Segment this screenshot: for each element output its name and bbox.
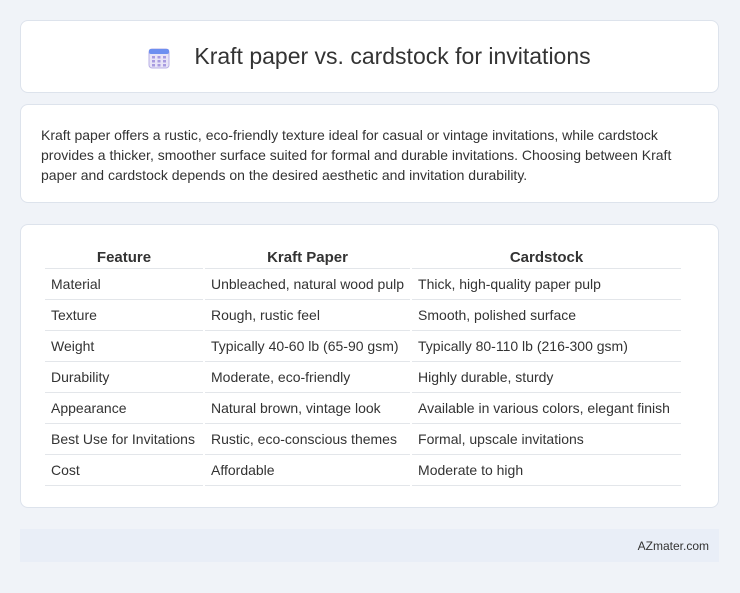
table-cell: Typically 40-60 lb (65-90 gsm) <box>205 331 411 362</box>
table-row: Appearance Natural brown, vintage look A… <box>45 393 681 424</box>
table-cell: Durability <box>45 362 203 393</box>
table-cell: Texture <box>45 300 203 331</box>
table-cell: Highly durable, sturdy <box>412 362 681 393</box>
table-cell: Weight <box>45 331 203 362</box>
table-row: Durability Moderate, eco-friendly Highly… <box>45 362 681 393</box>
table-row: Material Unbleached, natural wood pulp T… <box>45 269 681 300</box>
table-row: Best Use for Invitations Rustic, eco-con… <box>45 424 681 455</box>
table-cell: Rustic, eco-conscious themes <box>205 424 411 455</box>
table-cell: Typically 80-110 lb (216-300 gsm) <box>412 331 681 362</box>
table-cell: Cost <box>45 455 203 486</box>
description-text: Kraft paper offers a rustic, eco-friendl… <box>41 127 672 183</box>
page-title: Kraft paper vs. cardstock for invitation… <box>194 43 591 69</box>
table-cell: Affordable <box>205 455 411 486</box>
table-cell: Smooth, polished surface <box>412 300 681 331</box>
table-cell: Moderate, eco-friendly <box>205 362 411 393</box>
table-cell: Formal, upscale invitations <box>412 424 681 455</box>
table-header-row: Feature Kraft Paper Cardstock <box>45 247 681 269</box>
table-cell: Moderate to high <box>412 455 681 486</box>
comparison-table-card: Feature Kraft Paper Cardstock Material U… <box>20 224 719 508</box>
comparison-table: Feature Kraft Paper Cardstock Material U… <box>43 247 683 486</box>
table-row: Weight Typically 40-60 lb (65-90 gsm) Ty… <box>45 331 681 362</box>
table-cell: Thick, high-quality paper pulp <box>412 269 681 300</box>
column-header-kraft-paper: Kraft Paper <box>205 247 411 269</box>
table-cell: Appearance <box>45 393 203 424</box>
calendar-icon <box>148 48 170 68</box>
column-header-cardstock: Cardstock <box>412 247 681 269</box>
table-row: Cost Affordable Moderate to high <box>45 455 681 486</box>
title-card: Kraft paper vs. cardstock for invitation… <box>20 20 719 93</box>
description-card: Kraft paper offers a rustic, eco-friendl… <box>20 104 719 203</box>
table-cell: Available in various colors, elegant fin… <box>412 393 681 424</box>
table-cell: Natural brown, vintage look <box>205 393 411 424</box>
table-cell: Rough, rustic feel <box>205 300 411 331</box>
table-cell: Best Use for Invitations <box>45 424 203 455</box>
table-cell: Unbleached, natural wood pulp <box>205 269 411 300</box>
table-cell: Material <box>45 269 203 300</box>
footer-brand[interactable]: AZmater.com <box>638 539 709 553</box>
table-row: Texture Rough, rustic feel Smooth, polis… <box>45 300 681 331</box>
footer: AZmater.com <box>20 529 719 562</box>
column-header-feature: Feature <box>45 247 203 269</box>
